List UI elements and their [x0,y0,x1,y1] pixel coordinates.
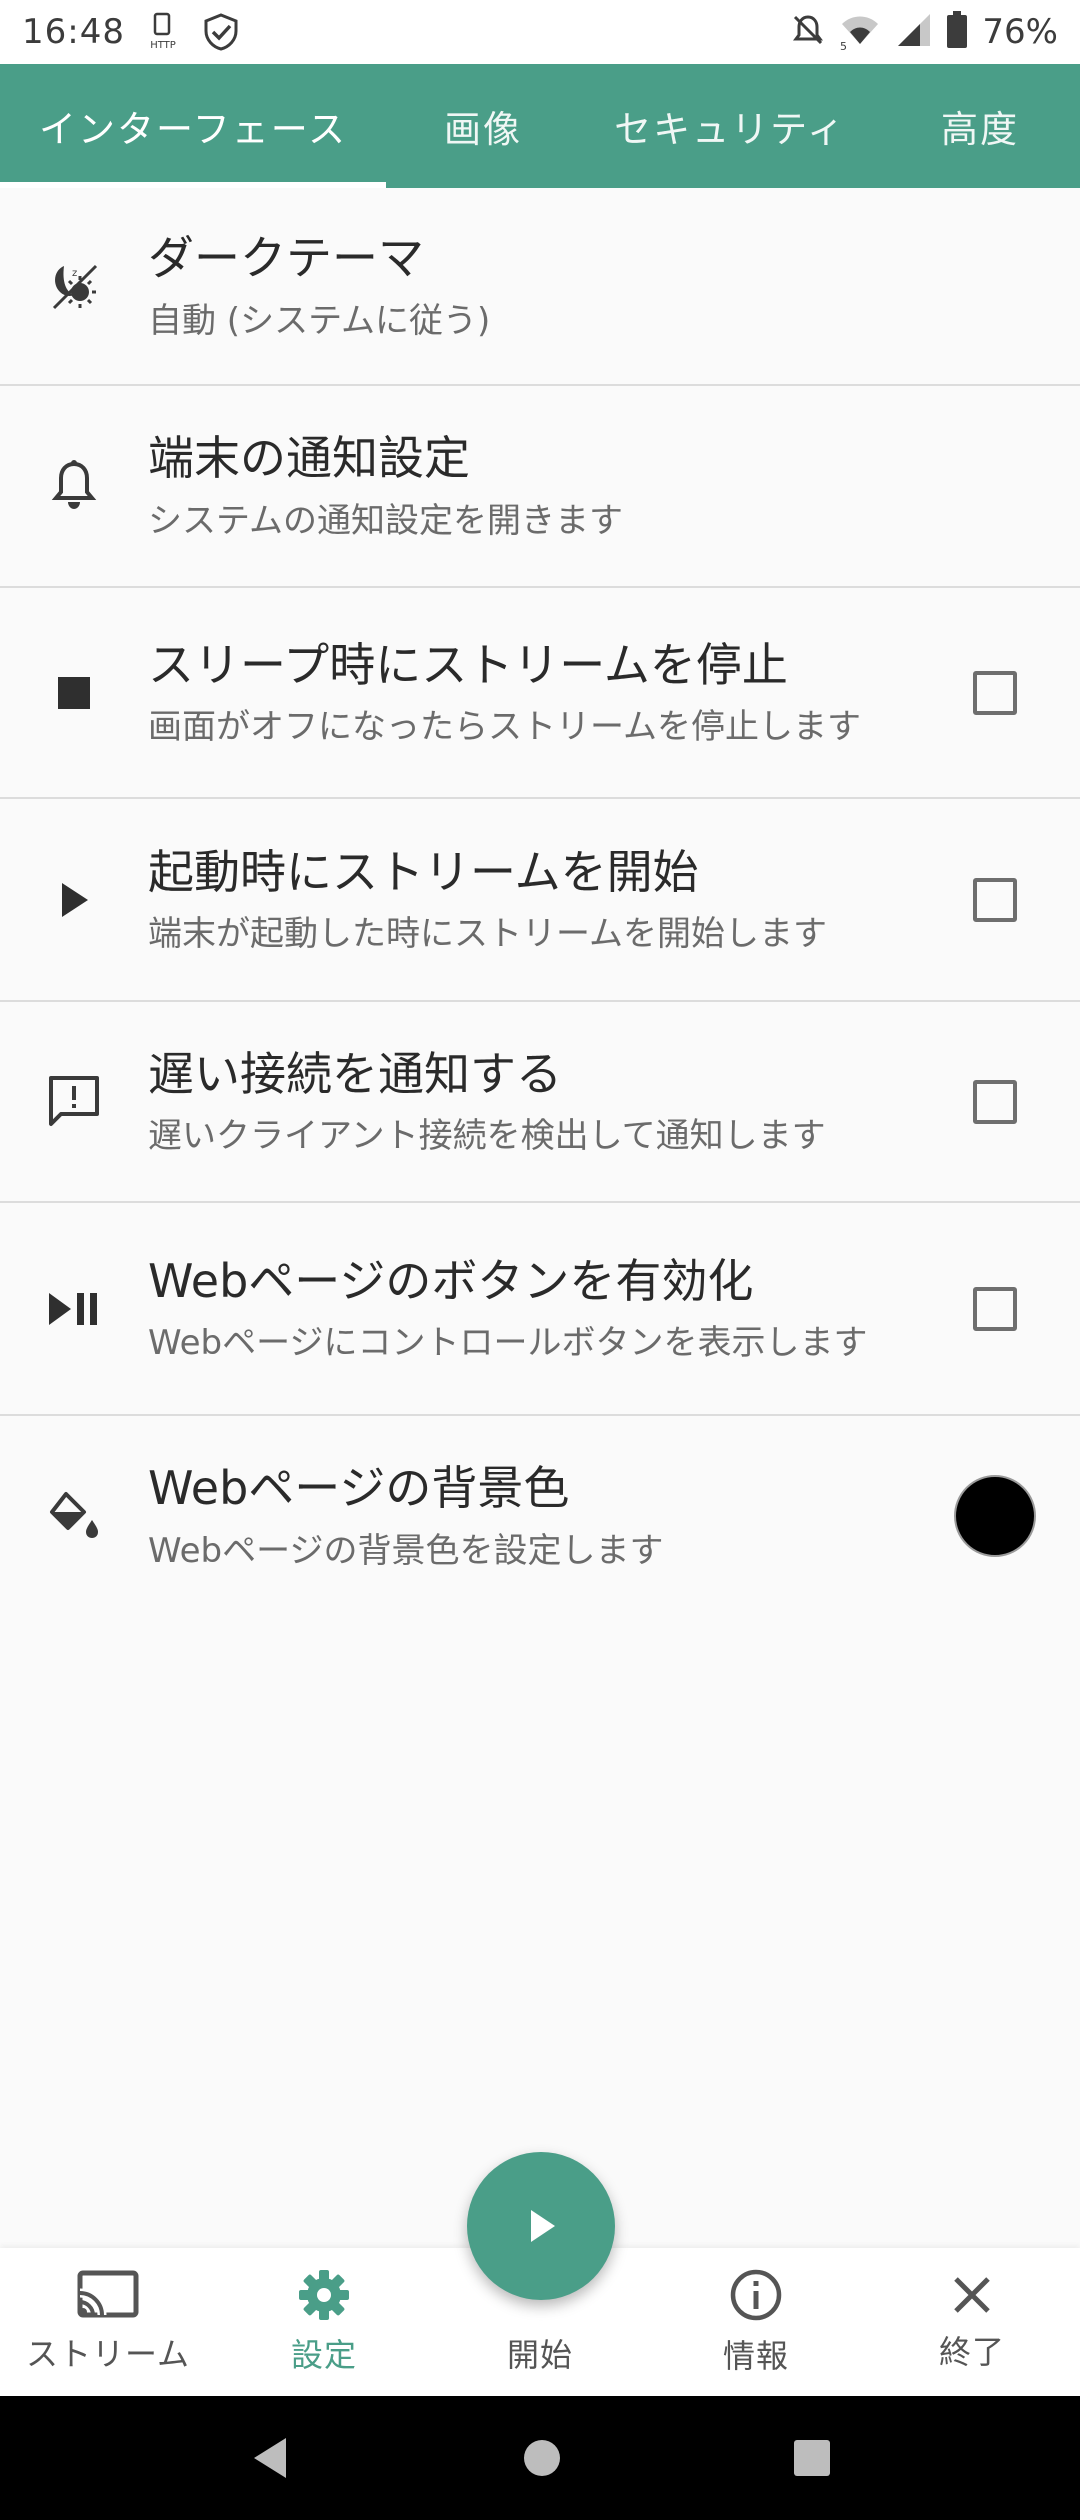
setting-summary: 自動 (システムに従う) [148,300,491,341]
setting-web-background-color[interactable]: Webページの背景色 Webページの背景色を設定します [0,1416,1080,1616]
setting-summary: 遅いクライアント接続を検出して通知します [148,1116,826,1156]
background-color-swatch[interactable] [954,1475,1036,1557]
nav-settings[interactable]: 設定 [216,2248,432,2396]
slow-connection-checkbox[interactable] [973,1079,1017,1124]
settings-list: z ダークテーマ 自動 (システムに従う) 端末の通知設定 システムの通知設定を… [0,188,1080,1616]
gear-icon [299,2270,349,2320]
http-label: HTTP [150,40,176,51]
setting-start-on-boot[interactable]: 起動時にストリームを開始 端末が起動した時にストリームを開始します [0,799,1080,1002]
setting-web-buttons[interactable]: Webページのボタンを有効化 Webページにコントロールボタンを表示します [0,1203,1080,1416]
close-icon [954,2277,990,2313]
setting-title: スリープ時にストリームを停止 [148,637,788,692]
setting-title: 端末の通知設定 [148,431,470,485]
paint-bucket-icon [0,1488,148,1544]
setting-summary: 端末が起動した時にストリームを開始します [148,914,827,954]
nav-label: ストリーム [25,2335,191,2373]
nav-label: 開始 [506,2336,573,2374]
signal-icon [894,12,934,52]
tab-image[interactable]: 画像 [386,64,580,188]
setting-title: 遅い接続を通知する [148,1046,562,1101]
setting-summary: システムの通知設定を開きます [148,500,623,541]
setting-title: ダークテーマ [148,231,424,285]
nav-label: 情報 [722,2337,789,2375]
notifications-off-icon [790,12,826,52]
cast-icon [77,2270,139,2318]
nav-exit[interactable]: 終了 [864,2248,1080,2396]
stop-on-sleep-checkbox[interactable] [973,670,1017,715]
feedback-icon [0,1074,148,1130]
tab-interface[interactable]: インターフェース [0,64,386,188]
setting-summary: Webページにコントロールボタンを表示します [148,1323,868,1363]
nav-label: 終了 [938,2333,1005,2371]
setting-device-notifications[interactable]: 端末の通知設定 システムの通知設定を開きます [0,386,1080,588]
wifi-icon: 5 [838,10,882,54]
nav-info[interactable]: 情報 [648,2248,864,2396]
setting-stop-on-sleep[interactable]: スリープ時にストリームを停止 画面がオフになったらストリームを停止します [0,588,1080,799]
status-time: 16:48 [22,12,125,52]
info-icon [730,2269,782,2321]
nav-stream[interactable]: ストリーム [0,2248,216,2396]
setting-title: 起動時にストリームを開始 [148,844,699,899]
play-icon [0,880,148,920]
dark-theme-icon: z [0,256,148,316]
shield-icon [201,12,241,52]
setting-slow-connection-notify[interactable]: 遅い接続を通知する 遅いクライアント接続を検出して通知します [0,1002,1080,1203]
setting-title: Webページの背景色 [148,1461,570,1515]
recents-icon[interactable] [792,2438,832,2478]
play-icon [531,2210,555,2242]
battery-percent: 76% [982,12,1058,52]
http-icon: HTTP [143,12,183,52]
back-icon[interactable] [248,2434,292,2482]
tab-bar: インターフェース 画像 セキュリティ 高度 [0,64,1080,188]
status-bar: 16:48 HTTP 5 76% [0,0,1080,64]
bell-icon [0,458,148,514]
tab-security[interactable]: セキュリティ [580,64,880,188]
tab-advanced[interactable]: 高度 [880,64,1080,188]
svg-text:z: z [72,268,77,279]
battery-icon [946,11,968,53]
start-fab-button[interactable] [467,2152,615,2300]
setting-summary: 画面がオフになったらストリームを停止します [148,707,861,747]
nav-label: 設定 [290,2336,357,2374]
setting-title: Webページのボタンを有効化 [148,1253,754,1308]
home-icon[interactable] [522,2438,562,2478]
play-pause-icon [0,1289,148,1329]
web-buttons-checkbox[interactable] [973,1286,1017,1331]
stop-icon [0,675,148,711]
setting-summary: Webページの背景色を設定します [148,1530,664,1571]
system-nav-bar [0,2396,1080,2520]
start-on-boot-checkbox[interactable] [973,877,1017,922]
network-label: 5 [840,40,847,50]
setting-dark-theme[interactable]: z ダークテーマ 自動 (システムに従う) [0,188,1080,386]
